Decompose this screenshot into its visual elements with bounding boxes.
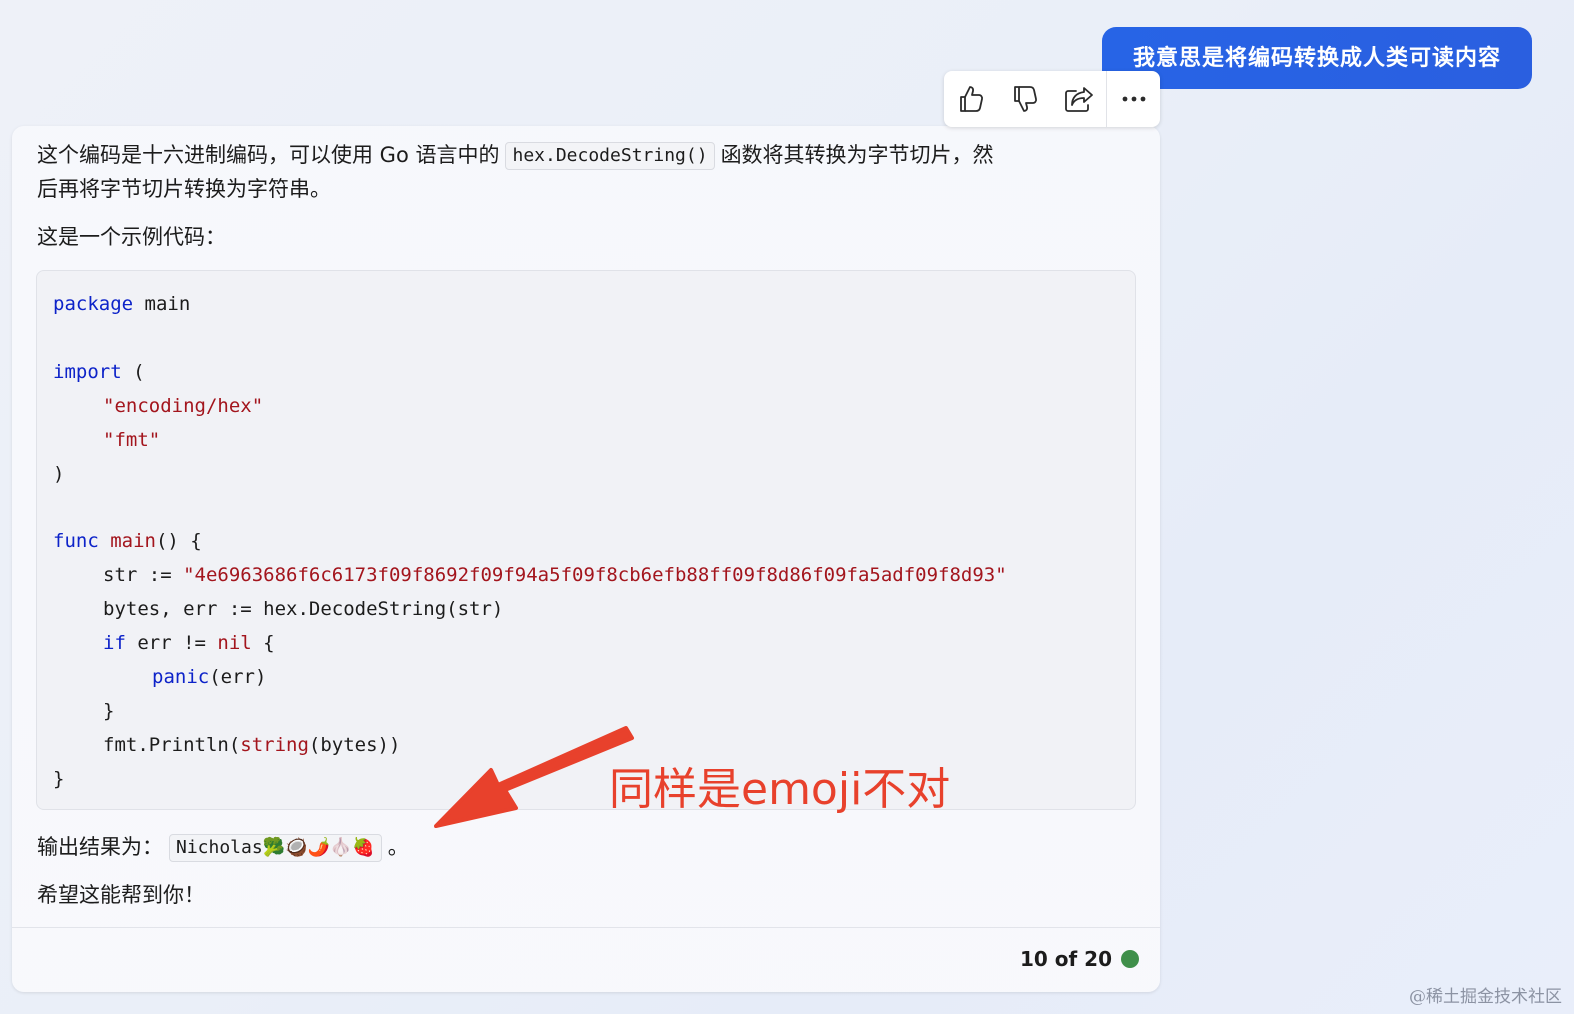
code-text: str := (103, 564, 184, 586)
code-line: } (103, 700, 115, 722)
share-icon (1065, 87, 1093, 112)
code-keyword: if (103, 632, 126, 654)
thumbs-up-icon (960, 86, 983, 112)
closing-text: 希望这能帮到你！ (37, 883, 205, 907)
output-line: 输出结果为： Nicholas🥦🥥🌶️🧄🍓。 (37, 830, 409, 864)
output-end: 。 (387, 835, 409, 859)
code-line: panic(err) (152, 660, 266, 694)
code-block[interactable]: package main import ( "encoding/hex" "fm… (36, 270, 1136, 810)
output-label: 输出结果为： (37, 835, 163, 859)
code-text: (bytes)) (308, 734, 401, 756)
example-label: 这是一个示例代码： (37, 225, 226, 249)
user-message-text: 我意思是将编码转换成人类可读内容 (1132, 46, 1501, 71)
card-divider (12, 927, 1160, 928)
code-text: err != (125, 632, 218, 654)
inline-code-decode: hex.DecodeString() (505, 142, 715, 170)
code-builtin: panic (152, 666, 210, 688)
more-options-button[interactable] (1106, 71, 1160, 127)
code-line: package main (53, 287, 190, 321)
code-text: { (251, 632, 275, 654)
assistant-response-card: 这个编码是十六进制编码，可以使用 Go 语言中的 hex.DecodeString… (12, 126, 1160, 992)
intro-text-cont: 函数将其转换为字节切片，然 (720, 143, 994, 167)
code-builtin: string (240, 734, 309, 756)
code-line: func main() { (53, 524, 202, 558)
response-intro-line1: 这个编码是十六进制编码，可以使用 Go 语言中的 hex.DecodeString… (37, 138, 994, 172)
code-keyword: package (53, 293, 134, 315)
code-line: "encoding/hex" (103, 389, 263, 423)
code-line: if err != nil { (103, 626, 275, 660)
code-keyword: import (53, 361, 122, 383)
annotation-text: 同样是emoji不对 (609, 764, 951, 815)
code-line: str := "4e6963686f6c6173f09f8692f09f94a5… (103, 558, 1007, 592)
code-text: main (133, 293, 191, 315)
user-message-bubble: 我意思是将编码转换成人类可读内容 (1102, 27, 1532, 89)
code-line: ) (53, 463, 65, 485)
status-indicator (1121, 950, 1139, 968)
code-string: "fmt" (103, 429, 161, 451)
watermark: @稀土掘金技术社区 (1409, 987, 1562, 1007)
code-nil: nil (217, 632, 252, 654)
code-text: fmt.Println( (103, 734, 241, 756)
code-line: } (53, 768, 65, 790)
inline-code-output: Nicholas🥦🥥🌶️🧄🍓 (169, 834, 382, 862)
dislike-button[interactable] (998, 71, 1052, 127)
code-line: import ( (53, 355, 145, 389)
share-button[interactable] (1052, 71, 1106, 127)
code-text: (err) (209, 666, 267, 688)
code-string: "encoding/hex" (103, 395, 264, 417)
code-string: "4e6963686f6c6173f09f8692f09f94a5f09f8cb… (183, 564, 1007, 586)
reaction-toolbar (944, 71, 1160, 127)
code-text: ( (121, 361, 145, 383)
response-counter: 10 of 20 (1019, 947, 1112, 971)
code-text: () { (155, 530, 202, 552)
like-button[interactable] (944, 71, 998, 127)
more-icon (1122, 96, 1145, 102)
code-keyword: func (53, 530, 99, 552)
code-line: fmt.Println(string(bytes)) (103, 728, 400, 762)
intro-text: 这个编码是十六进制编码，可以使用 Go 语言中的 (37, 143, 500, 167)
thumbs-down-icon (1014, 86, 1037, 112)
code-function: main (110, 530, 156, 552)
code-line: "fmt" (103, 423, 160, 457)
code-line: bytes, err := hex.DecodeString(str) (103, 598, 504, 620)
response-intro-line2: 后再将字节切片转换为字符串。 (37, 177, 331, 201)
